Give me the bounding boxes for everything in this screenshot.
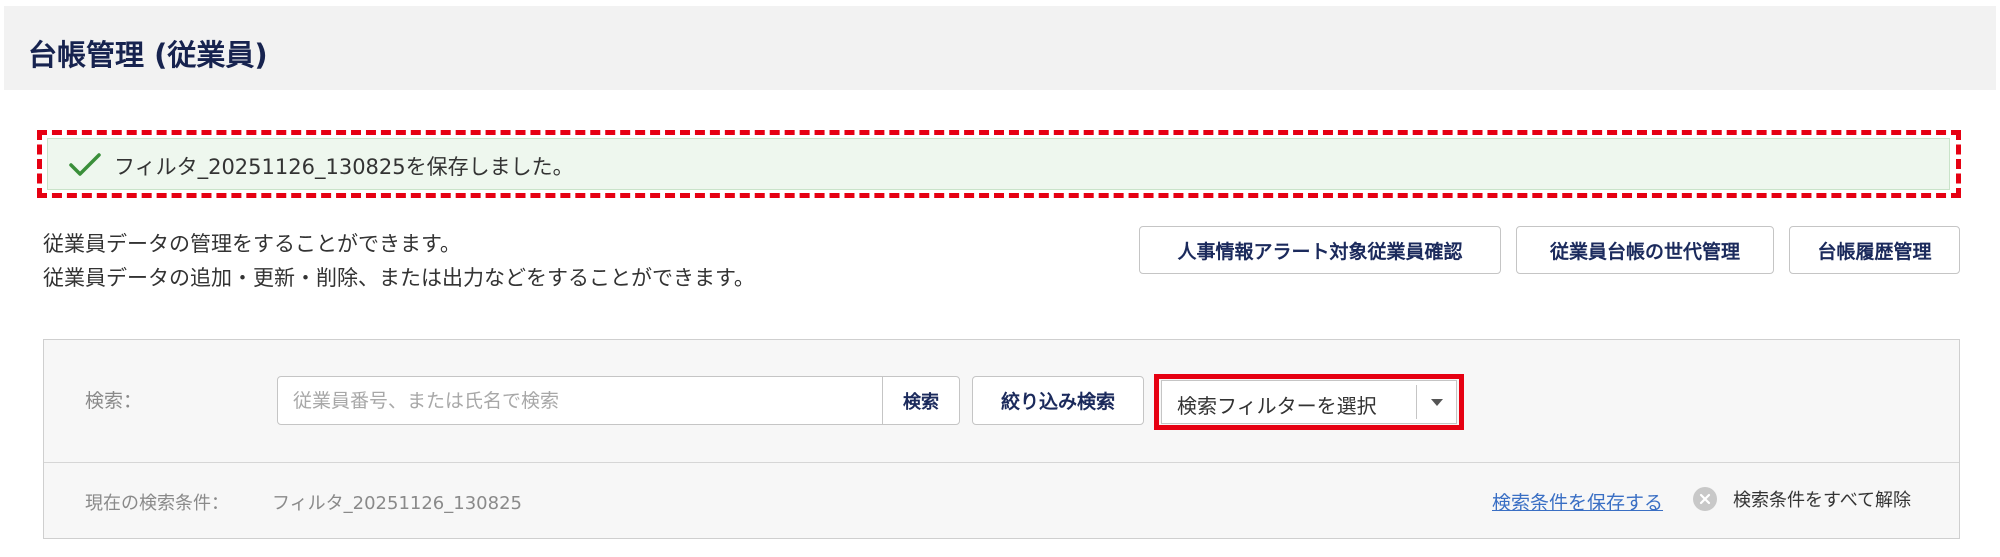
close-circle-icon <box>1693 487 1717 511</box>
page-header: 台帳管理 (従業員) <box>4 6 1996 90</box>
current-conditions-value: フィルタ_20251126_130825 <box>272 493 522 514</box>
toast-message: フィルタ_20251126_130825を保存しました。 <box>114 155 574 179</box>
caret-down-icon <box>1431 399 1443 406</box>
divider <box>44 462 1959 463</box>
search-button[interactable]: 検索 <box>882 377 959 424</box>
page-description: 従業員データの管理をすることができます。 従業員データの追加・更新・削除、または… <box>43 227 755 295</box>
dropdown-toggle[interactable] <box>1416 385 1456 419</box>
ledger-generation-button[interactable]: 従業員台帳の世代管理 <box>1516 226 1774 274</box>
narrow-search-button[interactable]: 絞り込み検索 <box>972 376 1144 425</box>
search-filter-select[interactable]: 検索フィルターを選択 <box>1161 380 1457 424</box>
success-toast: フィルタ_20251126_130825を保存しました。 <box>47 138 1950 190</box>
check-icon <box>69 153 101 176</box>
search-label: 検索： <box>85 390 143 412</box>
description-line-2: 従業員データの追加・更新・削除、または出力などをすることができます。 <box>43 266 755 290</box>
ledger-history-button[interactable]: 台帳履歴管理 <box>1789 226 1960 274</box>
clear-conditions-button[interactable]: 検索条件をすべて解除 <box>1693 482 1911 516</box>
search-panel: 検索： 検索 絞り込み検索 検索フィルターを選択 現在の検索条件： フィルタ_2… <box>43 339 1960 539</box>
page-title: 台帳管理 (従業員) <box>28 38 268 72</box>
filter-select-value: 検索フィルターを選択 <box>1177 394 1377 418</box>
clear-conditions-label: 検索条件をすべて解除 <box>1733 490 1912 511</box>
description-line-1: 従業員データの管理をすることができます。 <box>43 232 461 256</box>
save-conditions-link[interactable]: 検索条件を保存する <box>1492 488 1663 515</box>
alert-employees-button[interactable]: 人事情報アラート対象従業員確認 <box>1139 226 1501 274</box>
search-input[interactable] <box>278 377 882 424</box>
search-box: 検索 <box>277 376 960 425</box>
current-conditions-label: 現在の検索条件： <box>85 493 229 514</box>
